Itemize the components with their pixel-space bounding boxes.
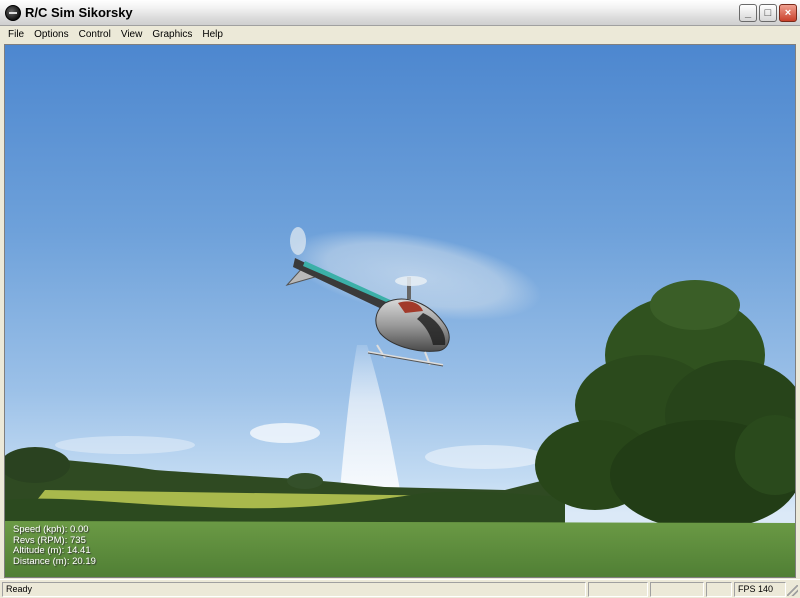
window-title: R/C Sim Sikorsky — [25, 5, 133, 20]
hud-speed: Speed (kph): 0.00 — [13, 524, 89, 535]
minimize-button[interactable]: _ — [739, 4, 757, 22]
tree-clump — [287, 473, 323, 489]
tail-rotor — [290, 227, 306, 255]
landing-skid-shadow — [367, 352, 444, 367]
lawn — [5, 521, 795, 577]
menu-graphics[interactable]: Graphics — [147, 26, 197, 43]
rotor-head — [395, 276, 427, 286]
rc-helicopter — [285, 227, 542, 367]
scene-graphic — [5, 227, 795, 577]
menu-help[interactable]: Help — [197, 26, 228, 43]
title-bar[interactable]: R/C Sim Sikorsky _ □ × — [0, 0, 800, 26]
menu-control[interactable]: Control — [74, 26, 116, 43]
hud-altitude: Altitude (m): 14.41 — [13, 545, 91, 556]
menu-view[interactable]: View — [116, 26, 148, 43]
status-pane — [588, 582, 648, 597]
cloud — [55, 436, 195, 454]
status-pane — [706, 582, 732, 597]
maximize-button[interactable]: □ — [759, 4, 777, 22]
close-button[interactable]: × — [779, 4, 797, 22]
smoke-trail — [340, 345, 400, 490]
cloud — [425, 445, 545, 469]
status-pane — [650, 582, 704, 597]
status-bar: Ready FPS 140 — [0, 579, 800, 598]
flight-hud: Speed (kph): 0.00 Revs (RPM): 735 Altitu… — [13, 524, 96, 567]
menu-options[interactable]: Options — [29, 26, 73, 43]
hud-distance: Distance (m): 20.19 — [13, 555, 96, 567]
cloud — [250, 423, 320, 443]
menu-file[interactable]: File — [3, 26, 29, 43]
sim-viewport[interactable]: Speed (kph): 0.00 Revs (RPM): 735 Altitu… — [4, 44, 796, 578]
large-tree — [535, 280, 795, 535]
app-window: R/C Sim Sikorsky _ □ × File Options Cont… — [0, 0, 800, 598]
status-text: Ready — [2, 582, 586, 597]
fps-counter: FPS 140 — [734, 582, 786, 597]
app-logo-icon[interactable] — [5, 5, 21, 21]
menu-bar: File Options Control View Graphics Help — [0, 26, 800, 43]
resize-grip-icon[interactable] — [787, 585, 798, 596]
